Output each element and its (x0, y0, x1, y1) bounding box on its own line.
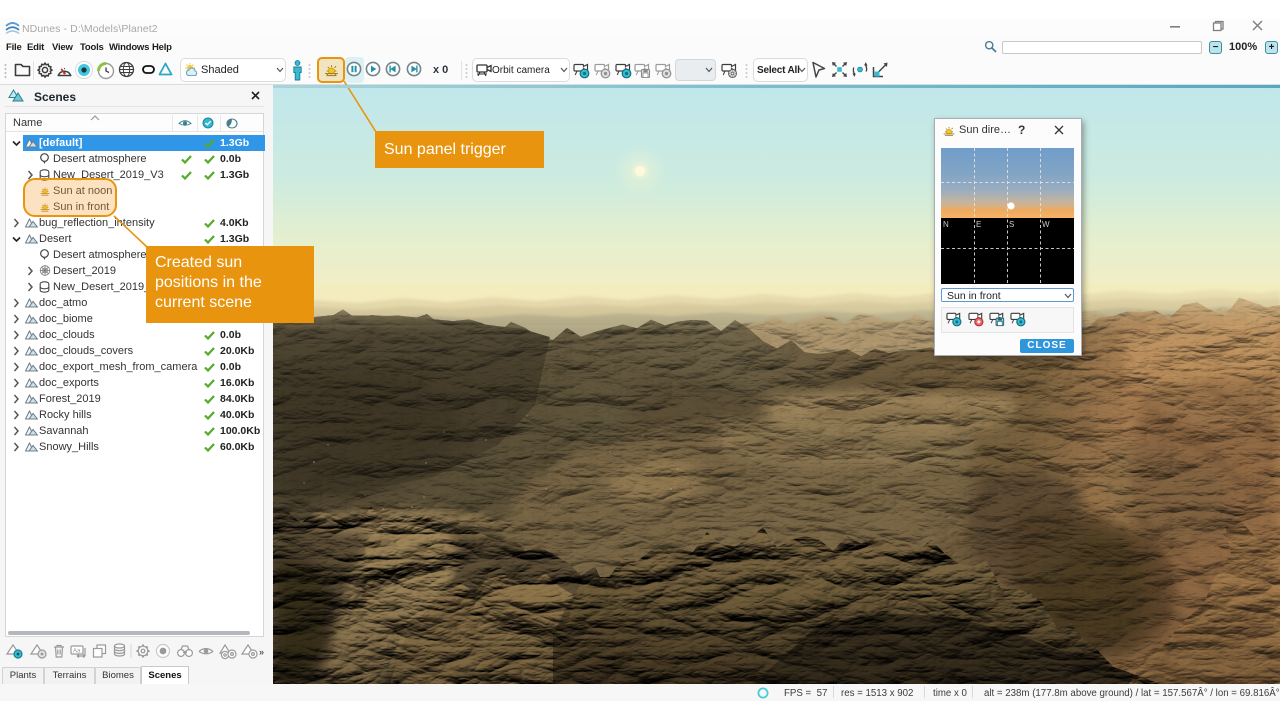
svg-text:Aa: Aa (73, 649, 81, 655)
svg-text:»: » (259, 647, 264, 657)
svg-text:W: W (1042, 220, 1050, 229)
svg-text:S: S (1009, 220, 1014, 229)
svg-text:E: E (976, 220, 981, 229)
svg-text:N: N (943, 220, 949, 229)
